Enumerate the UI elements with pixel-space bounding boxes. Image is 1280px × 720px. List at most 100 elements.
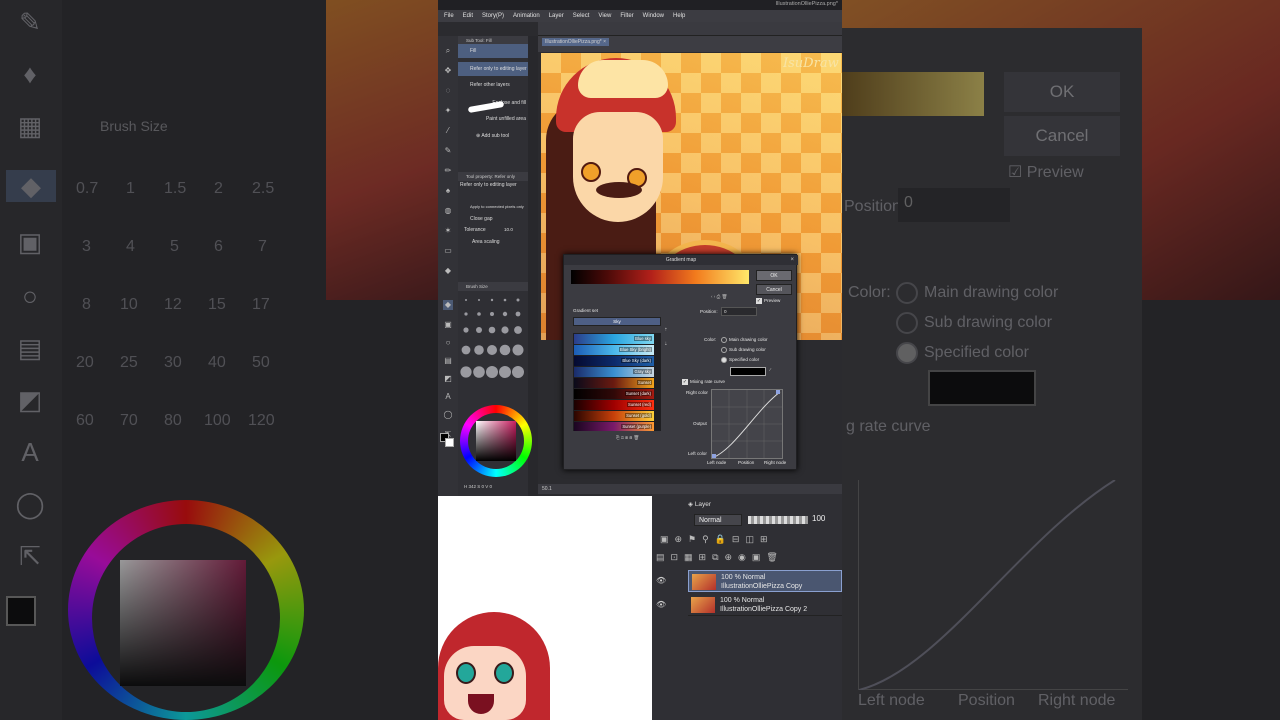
fill-icon: ◆ <box>6 170 56 202</box>
fill-tool-icon[interactable]: ◆ <box>443 300 453 310</box>
menu-animation[interactable]: Animation <box>513 13 540 19</box>
layer-row[interactable]: 100 % Normal IllustrationOlliePizza Copy… <box>688 594 842 616</box>
subtool-fill[interactable]: Fill <box>458 44 528 58</box>
blend-mode-select[interactable]: Normal <box>694 514 742 526</box>
figure-icon[interactable]: ○ <box>443 338 453 348</box>
pen-tool-icon[interactable]: ✎ <box>443 146 453 156</box>
bg-radio-main <box>896 282 918 304</box>
gradient-icon: ▣ <box>17 227 43 257</box>
layer-visibility-icon[interactable]: 👁 <box>656 600 666 609</box>
gradient-row-7[interactable]: Sunset (gold) <box>574 411 654 421</box>
radio-main-color[interactable] <box>721 337 727 343</box>
balloon-tool-icon[interactable]: ◯ <box>443 410 453 420</box>
eraser-icon[interactable]: ▭ <box>443 246 453 256</box>
sub-color-chip[interactable] <box>445 438 454 447</box>
ruler-tool-icon[interactable]: ◩ <box>443 374 453 384</box>
background-right: OK Cancel ☑ Preview Position: 0 Color: M… <box>842 0 1280 720</box>
blend-tool-icon[interactable]: ◆ <box>443 266 453 276</box>
bg-size-5: 3 <box>82 238 91 255</box>
gradient-row-3[interactable]: Gray sky <box>574 367 654 377</box>
gradient-preview-bar[interactable] <box>571 270 749 284</box>
radio-sub-color[interactable] <box>721 347 727 353</box>
opacity-value[interactable]: 100 <box>812 514 825 523</box>
gradient-row-label: Blue Sky (dark) <box>621 358 652 363</box>
zoom-icon[interactable]: ⌕ <box>443 46 453 56</box>
ruler-icon: ◩ <box>17 385 43 415</box>
menu-layer[interactable]: Layer <box>549 13 564 19</box>
right-color-label: Right color <box>686 390 708 395</box>
mixing-rate-label: Mixing rate curve <box>690 379 725 384</box>
gradient-row-8[interactable]: Sunset (purple) <box>574 422 654 431</box>
menu-filter[interactable]: Filter <box>620 13 633 19</box>
radio-specified-color[interactable] <box>721 357 727 363</box>
text-tool-icon[interactable]: A <box>443 392 453 402</box>
area-scaling[interactable]: Area scaling <box>458 237 528 247</box>
gradient-row-6[interactable]: Sunset (red) <box>574 400 654 410</box>
menu-file[interactable]: File <box>444 13 454 19</box>
position-axis-label: Position <box>738 460 755 465</box>
opacity-slider[interactable] <box>748 516 808 524</box>
move-icon[interactable]: ✥ <box>443 66 453 76</box>
eyedropper-button-icon[interactable]: ⁄ <box>770 367 771 372</box>
mixing-rate-graph[interactable] <box>711 389 783 459</box>
mixing-rate-checkbox[interactable]: ✓ <box>682 379 688 385</box>
canvas-tab[interactable]: IllustrationOlliePizza.png* × <box>542 38 610 46</box>
menu-view[interactable]: View <box>598 13 611 19</box>
apply-connected[interactable]: Apply to connected pixels only <box>458 202 528 212</box>
subtool-refer-other[interactable]: Refer other layers <box>458 78 528 92</box>
gradient-row-4[interactable]: Sunset <box>574 378 654 388</box>
subtool-refer-editing[interactable]: Refer only to editing layer <box>458 62 528 76</box>
layer-toolbar-row2[interactable]: ▤⊡▦⊞⧉⊕◉▣🗑 <box>656 552 836 566</box>
ellipse-icon: ○ <box>22 281 38 311</box>
pencil-icon[interactable]: ✏ <box>443 166 453 176</box>
bg-size-3: 2 <box>214 180 223 197</box>
gradient-row-1[interactable]: Blue Sky (bright) <box>574 345 654 355</box>
eyedropper-icon[interactable]: ⁄ <box>443 126 453 136</box>
preview-checkbox[interactable]: ✓ <box>756 298 762 304</box>
layer-visibility-icon[interactable]: 👁 <box>656 576 666 585</box>
menu-edit[interactable]: Edit <box>463 13 473 19</box>
airbrush-icon[interactable]: ◍ <box>443 206 453 216</box>
bg-left-node: Left node <box>858 692 925 709</box>
layer-row[interactable]: 100 % Normal IllustrationOlliePizza Copy <box>688 570 842 592</box>
gradient-map-title-text: Gradient map <box>665 257 697 263</box>
ok-button[interactable]: OK <box>756 270 792 281</box>
add-subtool-button[interactable]: ⊕ Add sub tool <box>458 129 528 143</box>
gradient-node-tools[interactable]: ‹ › ⎙ 🗑 <box>711 294 727 300</box>
tolerance-value[interactable]: 10.0 <box>504 227 513 232</box>
move-up-icon[interactable]: ⇡ <box>664 327 668 333</box>
brush-icon[interactable]: ♠ <box>443 186 453 196</box>
bg-curve-graph <box>858 479 1128 691</box>
close-icon[interactable]: × <box>790 255 794 265</box>
bg-position-value: 0 <box>898 188 1010 222</box>
bg-right-node: Right node <box>1038 692 1116 709</box>
menu-help[interactable]: Help <box>673 13 685 19</box>
gradient-list-tools[interactable]: ⎘ ⊡ ⊞ ⊟ 🗑 <box>616 435 639 441</box>
subtool-unfilled[interactable]: Paint unfilled area <box>458 112 528 126</box>
operation-icon: ⇱ <box>19 541 41 571</box>
bg-artwork <box>326 0 438 300</box>
gradient-row-5[interactable]: Sunset (dark) <box>574 389 654 399</box>
layer-name: IllustrationOlliePizza Copy 2 <box>720 606 808 613</box>
gradient-set-select[interactable]: Sky <box>573 317 661 326</box>
lasso-icon[interactable]: ◌ <box>443 86 453 96</box>
close-gap[interactable]: Close gap <box>458 214 528 224</box>
wand-icon[interactable]: ✦ <box>443 106 453 116</box>
menu-select[interactable]: Select <box>573 13 590 19</box>
gradient-row-2[interactable]: Blue Sky (dark) <box>574 356 654 366</box>
cancel-button[interactable]: Cancel <box>756 284 792 295</box>
gradient-set-list[interactable]: Blue sky Blue Sky (bright) Blue Sky (dar… <box>573 333 661 431</box>
position-field[interactable]: 0 <box>721 307 757 316</box>
color-square[interactable] <box>476 421 516 461</box>
specified-color-swatch[interactable] <box>730 367 766 376</box>
menu-window[interactable]: Window <box>643 13 664 19</box>
menu-story[interactable]: Story(P) <box>482 13 504 19</box>
frame-tool-icon[interactable]: ▤ <box>443 356 453 366</box>
decoration-icon[interactable]: ✶ <box>443 226 453 236</box>
bg-sub-color-label: Sub drawing color <box>924 314 1053 331</box>
layer-toolbar-row1[interactable]: ▣⊕⚑⚲🔒⊟◫⊞ <box>660 534 840 548</box>
gradient-tool-icon[interactable]: ▣ <box>443 320 453 330</box>
move-down-icon[interactable]: ⇣ <box>664 341 668 347</box>
gradient-row-0[interactable]: Blue sky <box>574 334 654 344</box>
bg-preview-label: ☑ Preview <box>1008 164 1084 181</box>
